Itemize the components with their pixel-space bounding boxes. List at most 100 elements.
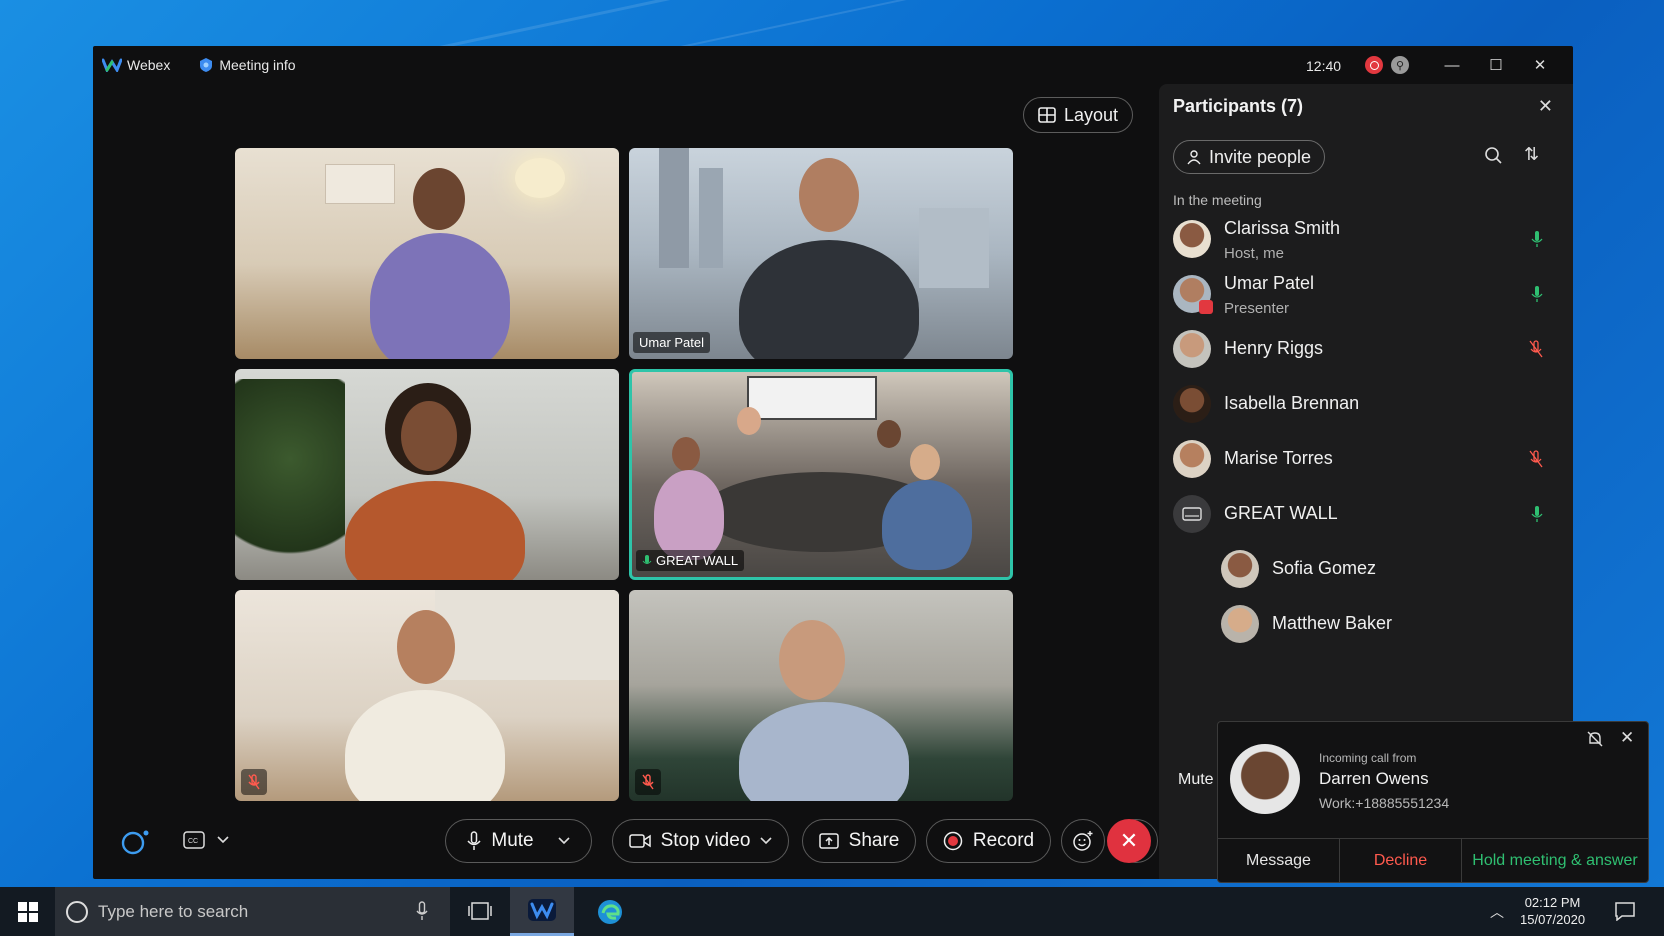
- mic-on-icon: [642, 554, 652, 564]
- webex-brand: Webex: [102, 57, 170, 73]
- taskbar-search[interactable]: Type here to search: [55, 887, 450, 936]
- chevron-down-icon[interactable]: [760, 837, 772, 845]
- person-body: [882, 480, 972, 570]
- captions-button[interactable]: CC: [183, 831, 229, 849]
- share-screen-icon: [818, 833, 839, 849]
- meeting-info-icon: [200, 58, 213, 72]
- video-tile-1[interactable]: [235, 148, 619, 359]
- hold-and-answer-button[interactable]: Hold meeting & answer: [1462, 838, 1648, 883]
- edge-browser-icon: [598, 899, 622, 924]
- mic-muted-icon[interactable]: [1529, 340, 1543, 358]
- person-body: [345, 481, 525, 580]
- meeting-info-button[interactable]: Meeting info: [198, 57, 296, 73]
- mute-notifications-icon[interactable]: [1586, 730, 1604, 748]
- person-body: [654, 470, 724, 560]
- task-view-icon[interactable]: [468, 900, 492, 922]
- mute-button[interactable]: Mute: [445, 819, 592, 863]
- clock-date: 15/07/2020: [1520, 912, 1586, 927]
- video-tile-4-active[interactable]: GREAT WALL: [629, 369, 1013, 580]
- mic-muted-icon: [642, 774, 654, 790]
- webex-assistant-icon[interactable]: [121, 829, 151, 855]
- avatar: [1173, 385, 1211, 423]
- hold-answer-label: Hold meeting & answer: [1472, 852, 1638, 869]
- decline-label: Decline: [1373, 852, 1428, 869]
- search-icon[interactable]: [1484, 146, 1502, 169]
- layout-button[interactable]: Layout: [1023, 97, 1133, 133]
- link-icon[interactable]: ⚲: [1391, 56, 1409, 74]
- mic-on-icon[interactable]: [1531, 285, 1543, 303]
- person-head: [413, 168, 465, 230]
- record-label: Record: [972, 830, 1035, 851]
- tile-name-label: GREAT WALL: [636, 550, 745, 571]
- video-tile-6[interactable]: [629, 590, 1013, 801]
- close-panel-icon[interactable]: ✕: [1538, 96, 1553, 117]
- close-window-button[interactable]: ✕: [1529, 54, 1551, 76]
- video-tile-3[interactable]: [235, 369, 619, 580]
- recording-indicator-icon[interactable]: [1365, 56, 1383, 74]
- person-body: [739, 240, 919, 359]
- video-tile-5[interactable]: [235, 590, 619, 801]
- participant-row[interactable]: Isabella Brennan: [1173, 379, 1553, 429]
- chevron-down-icon[interactable]: [558, 837, 570, 845]
- participant-row-nested[interactable]: Sofia Gomez: [1221, 544, 1553, 594]
- taskbar-webex-app[interactable]: [510, 887, 574, 936]
- reactions-button[interactable]: [1061, 819, 1105, 863]
- close-toast-icon[interactable]: ✕: [1620, 728, 1634, 748]
- person-face: [401, 401, 457, 471]
- stop-video-button[interactable]: Stop video: [612, 819, 789, 863]
- taskbar-clock[interactable]: 02:12 PM 15/07/2020: [1520, 894, 1585, 928]
- person-body: [370, 233, 510, 359]
- webex-logo-icon: [102, 58, 122, 72]
- record-button[interactable]: Record: [926, 819, 1051, 863]
- decline-button[interactable]: Decline: [1340, 838, 1462, 883]
- show-hidden-icons-icon[interactable]: ︿: [1490, 902, 1504, 922]
- share-button[interactable]: Share: [802, 819, 916, 863]
- clock-time: 02:12 PM: [1524, 895, 1581, 910]
- invite-label: Invite people: [1208, 146, 1312, 167]
- taskbar-edge-app[interactable]: [578, 887, 642, 936]
- cortana-icon: [66, 900, 88, 923]
- mic-on-icon[interactable]: [1531, 505, 1543, 523]
- end-call-button[interactable]: ✕: [1107, 819, 1151, 863]
- lamp: [515, 158, 565, 198]
- mic-on-icon[interactable]: [1531, 230, 1543, 248]
- webex-app-icon: [528, 899, 556, 921]
- person-head: [799, 158, 859, 232]
- mic-muted-icon[interactable]: [1529, 450, 1543, 468]
- person-head: [397, 610, 455, 684]
- person-head: [779, 620, 845, 700]
- message-button[interactable]: Message: [1218, 838, 1340, 883]
- participant-row[interactable]: Clarissa Smith Host, me: [1173, 214, 1553, 264]
- notification-center-icon[interactable]: [1614, 901, 1636, 921]
- emoji-reaction-icon: [1073, 831, 1093, 851]
- wall-calendar: [325, 164, 395, 204]
- windows-start-icon[interactable]: [18, 902, 38, 922]
- minimize-button[interactable]: —: [1441, 54, 1463, 76]
- message-label: Message: [1246, 852, 1311, 869]
- building: [699, 168, 723, 268]
- participant-row[interactable]: Umar Patel Presenter: [1173, 269, 1553, 319]
- video-tile-2[interactable]: Umar Patel: [629, 148, 1013, 359]
- participant-name: Henry Riggs: [1224, 338, 1324, 358]
- participant-row[interactable]: Marise Torres: [1173, 434, 1553, 484]
- tile-name: GREAT WALL: [656, 553, 739, 568]
- person-head: [672, 437, 700, 471]
- participant-role: Host, me: [1224, 245, 1285, 262]
- mute-all-label[interactable]: Mute: [1178, 771, 1214, 789]
- microphone-icon[interactable]: [416, 901, 428, 921]
- participants-title: Participants (7): [1173, 96, 1304, 116]
- tile-name: Umar Patel: [639, 335, 705, 350]
- participant-row[interactable]: Henry Riggs: [1173, 324, 1553, 374]
- person-head: [877, 420, 901, 448]
- incoming-call-subtitle: Incoming call from: [1319, 751, 1417, 765]
- title-bar: Webex Meeting info 12:40 ⚲ — ☐ ✕: [93, 46, 1573, 84]
- participant-row-nested[interactable]: Matthew Baker: [1221, 599, 1553, 649]
- participant-row[interactable]: GREAT WALL: [1173, 489, 1553, 539]
- maximize-button[interactable]: ☐: [1485, 54, 1507, 76]
- participant-name: Marise Torres: [1224, 448, 1333, 468]
- closed-captions-icon: CC: [183, 831, 205, 849]
- incoming-call-toast: Incoming call from Darren Owens Work:+18…: [1217, 721, 1649, 883]
- sort-icon[interactable]: ⇅: [1524, 144, 1539, 165]
- participant-name: Matthew Baker: [1272, 613, 1393, 633]
- invite-people-button[interactable]: Invite people: [1173, 140, 1325, 174]
